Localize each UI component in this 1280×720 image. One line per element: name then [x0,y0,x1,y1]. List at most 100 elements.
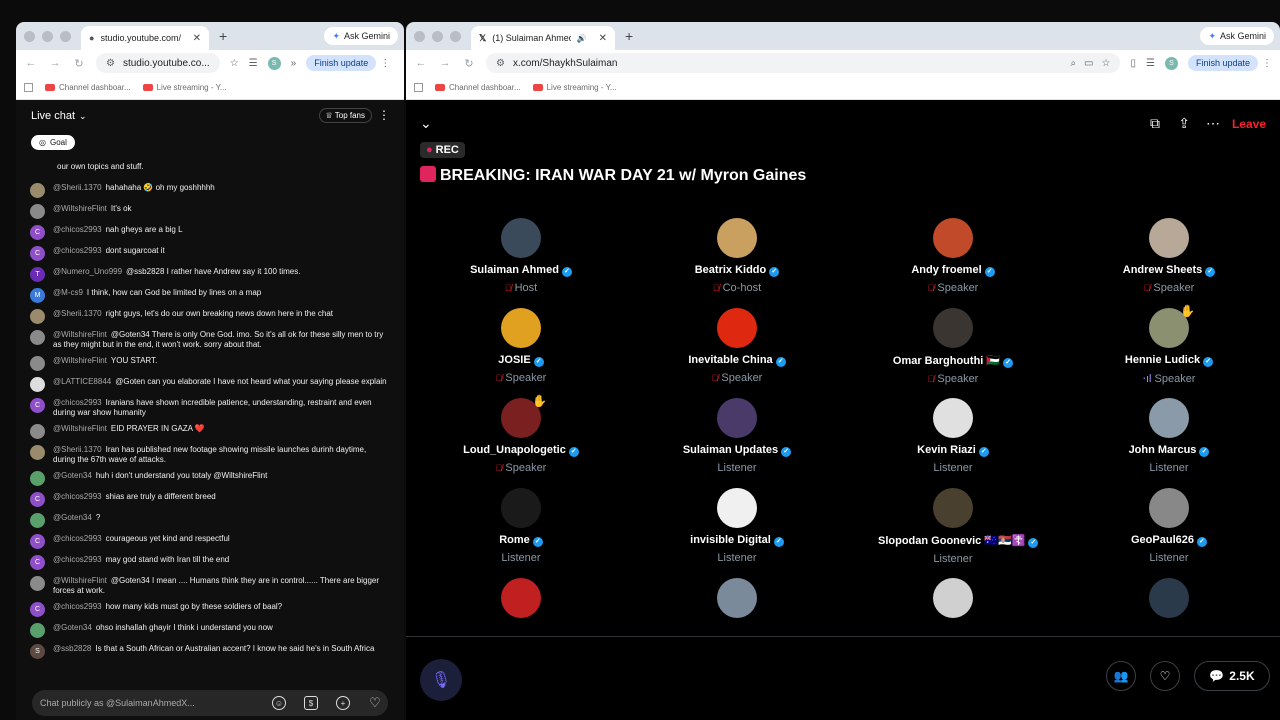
chat-author[interactable]: @Sherii.1370 [53,445,102,454]
participant-avatar[interactable] [933,578,973,618]
chat-message[interactable]: @WiltshireFlint YOU START. [16,356,404,371]
profile-avatar[interactable]: S [267,56,281,70]
add-icon[interactable]: + [336,696,350,710]
bookmark-live-streaming[interactable]: Live streaming - Y... [532,83,617,92]
participant-avatar[interactable] [501,218,541,258]
participant[interactable] [1094,578,1244,618]
chat-author[interactable]: @chicos2993 [53,492,102,501]
close-tab-icon[interactable]: ✕ [599,33,607,44]
chat-message[interactable]: C @chicos2993 nah gheys are a big L [16,225,404,240]
participant[interactable]: Omar Barghouthi 🇵🇸 ✓ 🎙̸ Speaker [878,308,1028,385]
chat-avatar[interactable]: C [30,555,45,570]
participant-avatar[interactable]: ✋ [1149,304,1195,348]
participant[interactable]: John Marcus ✓ Listener [1094,398,1244,474]
chat-avatar[interactable] [30,330,45,345]
more-icon[interactable]: ⋯ [1206,115,1220,132]
goal-chip[interactable]: ◎ Goal [31,135,75,150]
participant[interactable] [662,578,812,618]
forward-icon[interactable]: → [438,57,452,69]
speaker-icon[interactable]: 🔊 [577,34,587,43]
participant-avatar[interactable] [501,578,541,618]
tab-search-icon[interactable]: ☰ [249,58,258,69]
reload-icon[interactable]: ↻ [462,57,476,70]
participant-avatar[interactable] [933,308,973,348]
heart-icon[interactable]: ♡ [368,695,382,710]
chat-author[interactable]: @chicos2993 [53,225,102,234]
chat-avatar[interactable] [30,309,45,324]
chat-author[interactable]: @chicos2993 [53,398,102,407]
chat-message[interactable]: T @Numero_Uno999 @ssb2828 I rather have An… [16,267,404,282]
participant-avatar[interactable]: ✋ [501,394,547,438]
bookmark-channel-dashboard[interactable]: Channel dashboar... [435,83,521,92]
chat-avatar[interactable] [30,183,45,198]
chevron-down-icon[interactable]: ⌄ [79,111,87,122]
chat-message[interactable]: @WiltshireFlint @Goten34 There is only On… [16,330,404,350]
chat-menu-icon[interactable]: ⋮ [378,108,390,122]
participant[interactable]: Sulaiman Updates ✓ Listener [662,398,812,474]
chat-avatar[interactable]: C [30,225,45,240]
apps-grid-icon[interactable] [414,83,423,92]
chat-author[interactable]: @M-cs9 [53,288,83,297]
chat-author[interactable]: @WiltshireFlint [53,576,107,585]
top-fans-button[interactable]: ♕ Top fans [318,108,372,123]
bookmark-live-streaming[interactable]: Live streaming - Y... [142,83,227,92]
participant[interactable]: ✋ Loud_Unapologetic ✓ 🎙̸ Speaker [446,394,596,474]
chat-avatar[interactable] [30,204,45,219]
chat-author[interactable]: @Sherii.1370 [53,183,102,192]
share-icon[interactable]: ⇪ [1178,115,1190,132]
window-controls[interactable] [414,30,461,42]
chevron-right-icon[interactable]: » [291,58,297,69]
chat-message[interactable]: @Goten34? [16,513,404,528]
chat-message[interactable]: C @chicos2993 Iranians have shown incredib… [16,398,404,418]
reload-icon[interactable]: ↻ [72,57,86,70]
participant-avatar[interactable] [933,218,973,258]
chat-author[interactable]: @Goten34 [53,513,92,522]
chat-avatar[interactable]: M [30,288,45,303]
chat-message[interactable]: @WiltshireFlint @Goten34 I mean .... Huma… [16,576,404,596]
apps-grid-icon[interactable] [24,83,33,92]
ask-gemini-button[interactable]: ✦ Ask Gemini [1200,27,1274,45]
participant[interactable]: Rome ✓ Listener [446,488,596,564]
back-icon[interactable]: ← [24,57,38,69]
participant[interactable]: Andy froemel ✓ 🎙̸ Speaker [878,218,1028,294]
participant[interactable]: Sulaiman Ahmed ✓ 🎙̸ Host [446,218,596,294]
profile-avatar[interactable]: S [1164,56,1178,70]
chat-message[interactable]: C @chicos2993 how many kids must go by the… [16,602,404,617]
window-controls[interactable] [24,30,71,42]
chat-avatar[interactable]: C [30,398,45,413]
participant[interactable]: Beatrix Kiddo ✓ 🎙̸ Co-host [662,218,812,294]
chat-avatar[interactable] [30,424,45,439]
chat-avatar[interactable]: C [30,492,45,507]
chat-message[interactable]: @WiltshireFlint It's ok [16,204,404,219]
chat-message[interactable]: @WiltshireFlint EID PRAYER IN GAZA ❤️ [16,424,404,439]
chat-avatar[interactable]: C [30,246,45,261]
chat-author[interactable]: @WiltshireFlint [53,204,107,213]
chat-avatar[interactable]: C [30,602,45,617]
chat-message[interactable]: M @M-cs9 I think, how can God be limited b… [16,288,404,303]
chat-message[interactable]: C @chicos2993 shias are truly a different … [16,492,404,507]
chat-author[interactable]: @Numero_Uno999 [53,267,122,276]
participant[interactable] [446,578,596,618]
emoji-icon[interactable]: ☺ [272,696,286,710]
participant[interactable]: Slopodan Goonevic 🇦🇺🇷🇸☦️ ✓ Listener [878,488,1039,565]
chat-avatar[interactable]: T [30,267,45,282]
chat-avatar[interactable]: C [30,534,45,549]
chat-author[interactable]: @chicos2993 [53,602,102,611]
microphone-button[interactable]: 🎙 [420,659,462,701]
participant-avatar[interactable] [1149,578,1189,618]
chat-avatar[interactable]: S [30,644,45,659]
participant-avatar[interactable] [717,488,757,528]
chat-message[interactable]: C @chicos2993 courageous yet kind and resp… [16,534,404,549]
new-tab-button[interactable]: + [219,28,227,44]
leave-button[interactable]: Leave [1232,117,1266,131]
chat-message[interactable]: @Sherii.1370 hahahaha 🤣 oh my goshhhhh [16,183,404,198]
chat-avatar[interactable] [30,471,45,486]
participant[interactable]: ✋ Hennie Ludick ✓ ⋅ıl Speaker [1094,304,1244,385]
chat-author[interactable]: @LATTICE8844 [53,377,111,386]
zoom-icon[interactable]: ⌕ [1070,58,1076,69]
live-chat-title[interactable]: Live chat [31,110,75,122]
chat-message[interactable]: @Sherii.1370 Iran has published new foota… [16,445,404,465]
finish-update-button[interactable]: Finish update [306,55,377,71]
chat-message[interactable]: S @ssb2828 Is that a South African or Aust… [16,644,404,659]
chat-avatar[interactable] [30,445,45,460]
